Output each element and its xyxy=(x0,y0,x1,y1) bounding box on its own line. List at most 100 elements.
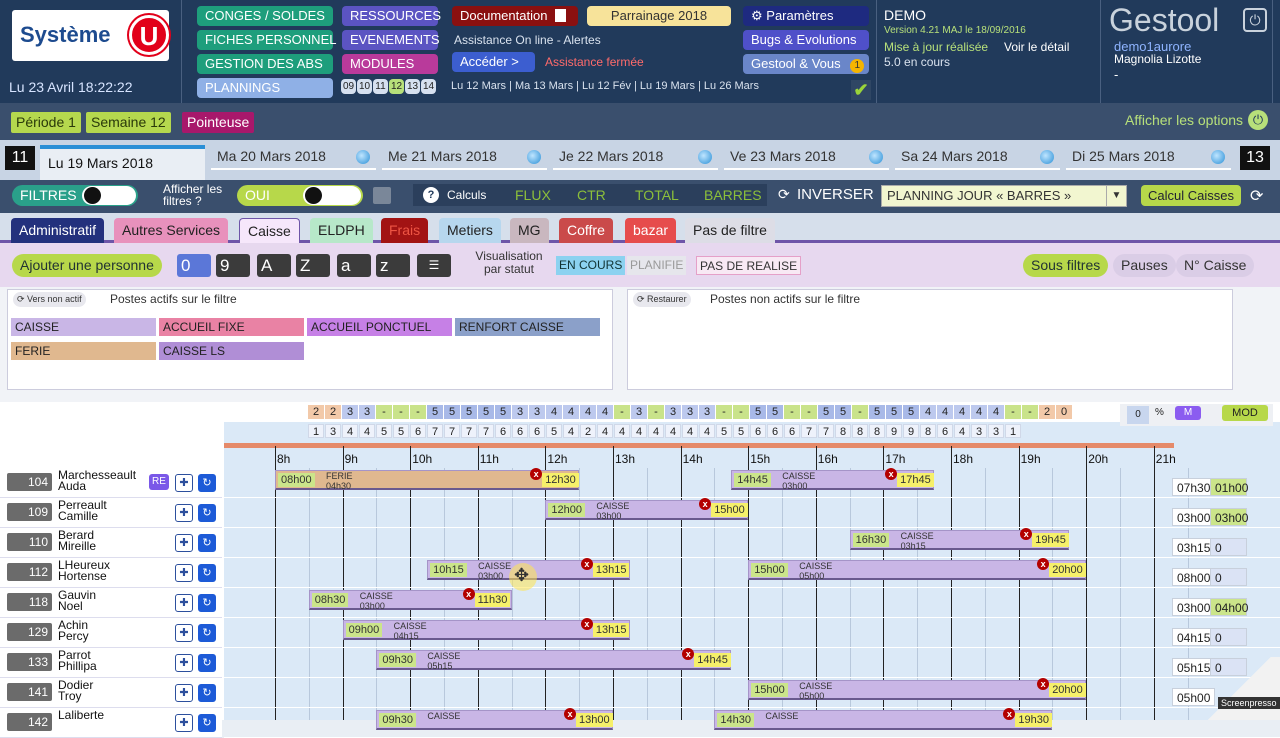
employee-number[interactable]: 104 xyxy=(7,473,52,491)
day-tab-sat[interactable]: Sa 24 Mars 2018 xyxy=(895,146,1060,170)
day-tab-sun[interactable]: Di 25 Mars 2018 xyxy=(1066,146,1231,170)
tab-coffre[interactable]: Coffre xyxy=(559,218,613,243)
menu-plannings[interactable]: PLANNINGS xyxy=(197,78,333,98)
pauses-button[interactable]: Pauses xyxy=(1113,254,1176,277)
shift-bar[interactable]: 15h00 CAISSE 05h00 x 20h00 xyxy=(748,558,1087,581)
day-tab-fri[interactable]: Ve 23 Mars 2018 xyxy=(724,146,889,170)
next-week-button[interactable]: 13 xyxy=(1240,146,1270,170)
delete-shift-icon[interactable]: x xyxy=(699,498,712,510)
tab-administratif[interactable]: Administratif xyxy=(11,218,105,243)
add-shift-icon[interactable]: ✚ xyxy=(175,654,193,672)
bugs-button[interactable]: Bugs & Evolutions xyxy=(743,30,869,50)
current-day-tab[interactable]: Lu 19 Mars 2018 xyxy=(40,145,205,180)
sort-Z-button[interactable]: Z xyxy=(296,254,330,277)
ctr-toggle[interactable]: CTR xyxy=(577,187,606,203)
prev-week-button[interactable]: 11 xyxy=(5,146,35,170)
link-icon[interactable]: ↻ xyxy=(198,594,216,612)
mod-button[interactable]: MOD xyxy=(1222,405,1268,421)
employee-number[interactable]: 109 xyxy=(7,503,52,521)
calcul-caisses-button[interactable]: Calcul Caisses xyxy=(1141,185,1241,206)
power-icon[interactable]: ⏻ xyxy=(1243,8,1267,32)
systeme-u-logo[interactable]: Système U xyxy=(12,10,169,61)
employee-number[interactable]: 118 xyxy=(7,593,52,611)
sync-icon[interactable]: ⟳ xyxy=(1250,186,1263,206)
vers-non-actif-button[interactable]: ⟳ Vers non actif xyxy=(13,292,86,307)
day-11[interactable]: 11 xyxy=(373,79,388,94)
day-14[interactable]: 14 xyxy=(421,79,436,94)
week-links[interactable]: Lu 12 Mars | Ma 13 Mars | Lu 12 Fév | Lu… xyxy=(451,80,759,92)
shift-bar[interactable]: 16h30 CAISSE 03h15 x 19h45 xyxy=(849,528,1070,551)
poste-caisse[interactable]: CAISSE xyxy=(11,318,156,336)
shift-bar[interactable]: 09h30 CAISSE 05h15 x 14h45 xyxy=(376,648,732,671)
menu-gestion-abs[interactable]: GESTION DES ABS xyxy=(197,54,333,74)
sort-a-button[interactable]: a xyxy=(337,254,371,277)
add-shift-icon[interactable]: ✚ xyxy=(175,504,193,522)
tab-frais[interactable]: Frais xyxy=(381,218,429,243)
employee-number[interactable]: 133 xyxy=(7,653,52,671)
delete-shift-icon[interactable]: x xyxy=(1020,528,1033,540)
day-10[interactable]: 10 xyxy=(357,79,372,94)
shift-bar[interactable]: 14h45 CAISSE 03h00 x 17h45 xyxy=(731,468,935,491)
delete-shift-icon[interactable]: x xyxy=(1037,558,1050,570)
pointeuse-button[interactable]: Pointeuse xyxy=(182,112,255,133)
planifie-button[interactable]: PLANIFIE xyxy=(627,256,687,275)
periode-label[interactable]: Période 1 xyxy=(11,112,81,133)
add-shift-icon[interactable]: ✚ xyxy=(175,624,193,642)
employee-number[interactable]: 142 xyxy=(7,713,52,731)
tab-autres-services[interactable]: Autres Services xyxy=(114,218,229,243)
add-shift-icon[interactable]: ✚ xyxy=(175,474,193,492)
poste-caisse-ls[interactable]: CAISSE LS xyxy=(159,342,304,360)
link-icon[interactable]: ↻ xyxy=(198,684,216,702)
planning-select[interactable]: PLANNING JOUR « BARRES » ▼ xyxy=(881,185,1127,207)
parrainage-button[interactable]: Parrainage 2018 xyxy=(587,6,731,26)
day-09[interactable]: 09 xyxy=(341,79,356,94)
tab-metiers[interactable]: Metiers xyxy=(439,218,501,243)
delete-shift-icon[interactable]: x xyxy=(530,468,543,480)
filtres-toggle[interactable]: FILTRES xyxy=(12,185,138,206)
delete-shift-icon[interactable]: x xyxy=(580,558,593,570)
link-icon[interactable]: ↻ xyxy=(198,534,216,552)
tab-bazar[interactable]: bazar xyxy=(625,218,677,243)
menu-conges[interactable]: CONGES / SOLDES xyxy=(197,6,333,26)
n-caisse-button[interactable]: N° Caisse xyxy=(1176,254,1255,277)
shift-bar[interactable]: 15h00 CAISSE 05h00 x 20h00 xyxy=(748,678,1087,701)
options-toggle-icon[interactable]: ⏻ xyxy=(1248,110,1268,130)
link-icon[interactable]: ↻ xyxy=(198,474,216,492)
delete-shift-icon[interactable]: x xyxy=(1003,708,1016,720)
delete-shift-icon[interactable]: x xyxy=(580,618,593,630)
day-tab-wed[interactable]: Me 21 Mars 2018 xyxy=(382,146,547,170)
inverser-button[interactable]: INVERSER xyxy=(797,186,874,203)
link-icon[interactable]: ↻ xyxy=(198,564,216,582)
menu-evenements[interactable]: EVENEMENTS xyxy=(342,30,440,50)
shift-bar[interactable]: 08h00 FERIE 04h30 x 12h30 xyxy=(275,468,580,491)
restaurer-button[interactable]: ⟳ Restaurer xyxy=(633,292,691,307)
add-shift-icon[interactable]: ✚ xyxy=(175,684,193,702)
afficher-options-link[interactable]: Afficher les options xyxy=(1125,112,1243,128)
m-button[interactable]: M xyxy=(1175,406,1201,420)
oui-toggle[interactable]: OUI xyxy=(237,185,363,206)
gestool-vous-button[interactable]: Gestool & Vous 1 xyxy=(743,54,869,74)
shift-bar[interactable]: 09h30 CAISSE x 13h00 xyxy=(376,708,613,730)
shift-bar[interactable]: 12h00 CAISSE 03h00 x 15h00 xyxy=(545,498,749,521)
shift-bar[interactable]: 14h30 CAISSE x 19h30 xyxy=(714,708,1053,730)
delete-shift-icon[interactable]: x xyxy=(885,468,898,480)
poste-accueil-ponctuel[interactable]: ACCUEIL PONCTUEL xyxy=(307,318,452,336)
voir-detail-link[interactable]: Voir le détail xyxy=(1004,40,1069,54)
day-12[interactable]: 12 xyxy=(389,79,404,94)
delete-shift-icon[interactable]: x xyxy=(1037,678,1050,690)
sort-A-button[interactable]: A xyxy=(257,254,291,277)
re-badge[interactable]: RE xyxy=(149,474,169,490)
en-cours-button[interactable]: EN COURS xyxy=(556,256,626,275)
calculator-icon[interactable] xyxy=(373,187,391,204)
menu-modules[interactable]: MODULES xyxy=(342,54,438,74)
percent-value[interactable]: 0 xyxy=(1127,406,1149,424)
add-shift-icon[interactable]: ✚ xyxy=(175,714,193,732)
menu-fiches[interactable]: FICHES PERSONNEL xyxy=(197,30,336,50)
employee-number[interactable]: 129 xyxy=(7,623,52,641)
documentation-button[interactable]: Documentation xyxy=(452,6,578,26)
add-person-button[interactable]: Ajouter une personne xyxy=(12,254,162,277)
add-shift-icon[interactable]: ✚ xyxy=(175,534,193,552)
link-icon[interactable]: ↻ xyxy=(198,504,216,522)
day-13[interactable]: 13 xyxy=(405,79,420,94)
poste-accueil-fixe[interactable]: ACCUEIL FIXE xyxy=(159,318,304,336)
